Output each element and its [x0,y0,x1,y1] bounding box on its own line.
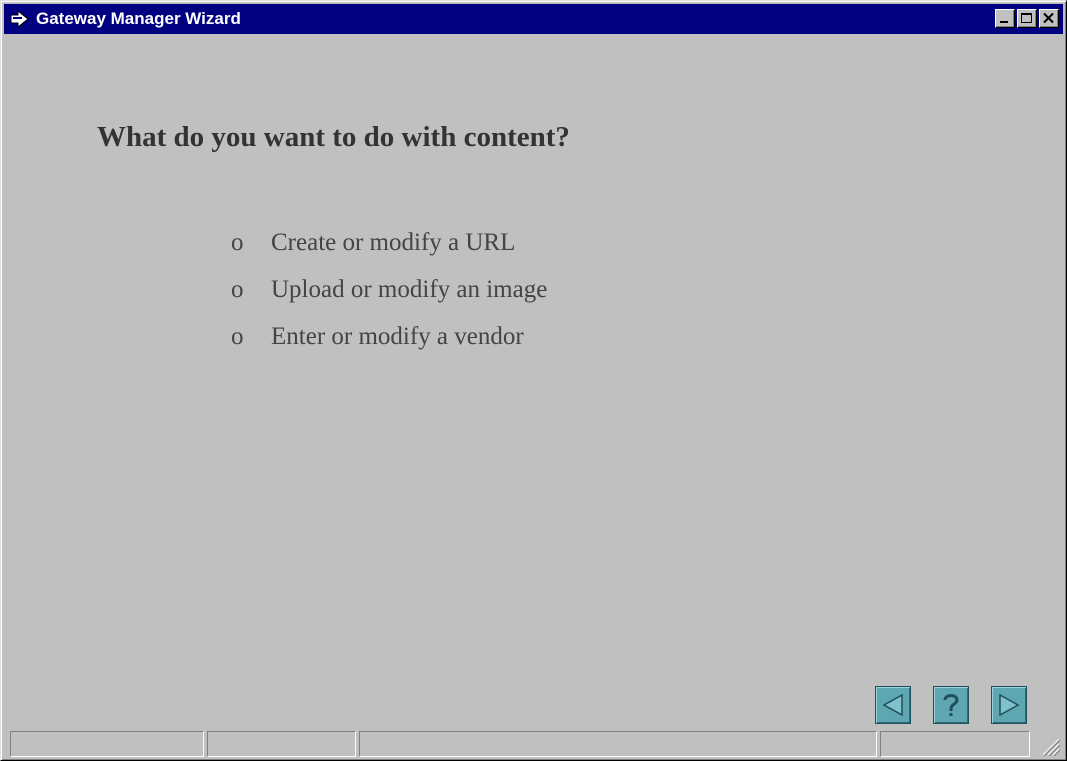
back-button[interactable] [875,686,911,724]
option-create-url[interactable]: o Create or modify a URL [231,229,547,276]
page-title: What do you want to do with content? [97,121,570,153]
status-pane-4 [880,731,1030,757]
minimize-icon [1000,21,1008,23]
status-pane-2 [207,731,356,757]
wizard-arrow-icon [10,9,30,29]
status-pane-1 [10,731,204,757]
option-bullet: o [231,229,244,256]
resize-grip-icon[interactable] [1039,735,1061,757]
maximize-button[interactable] [1017,9,1037,28]
option-label: Upload or modify an image [271,276,548,303]
option-label: Enter or modify a vendor [271,323,524,350]
maximize-icon [1021,13,1032,23]
title-bar[interactable]: Gateway Manager Wizard [4,4,1063,34]
option-bullet: o [231,276,244,303]
caption-buttons [993,9,1059,29]
option-list: o Create or modify a URL o Upload or mod… [231,229,547,370]
wizard-navigation [875,686,1027,724]
minimize-button[interactable] [995,9,1015,28]
window-title: Gateway Manager Wizard [36,9,241,28]
close-button[interactable] [1039,9,1059,28]
option-upload-image[interactable]: o Upload or modify an image [231,276,547,323]
option-bullet: o [231,323,244,350]
wizard-window: Gateway Manager Wizard What do you want … [0,0,1067,761]
back-arrow-icon [882,693,903,717]
option-enter-vendor[interactable]: o Enter or modify a vendor [231,323,547,370]
next-arrow-icon [999,693,1020,717]
status-pane-3 [359,731,877,757]
close-icon [1043,12,1054,24]
next-button[interactable] [991,686,1027,724]
option-label: Create or modify a URL [271,229,516,256]
help-button[interactable] [933,686,969,724]
help-question-icon [943,694,959,716]
